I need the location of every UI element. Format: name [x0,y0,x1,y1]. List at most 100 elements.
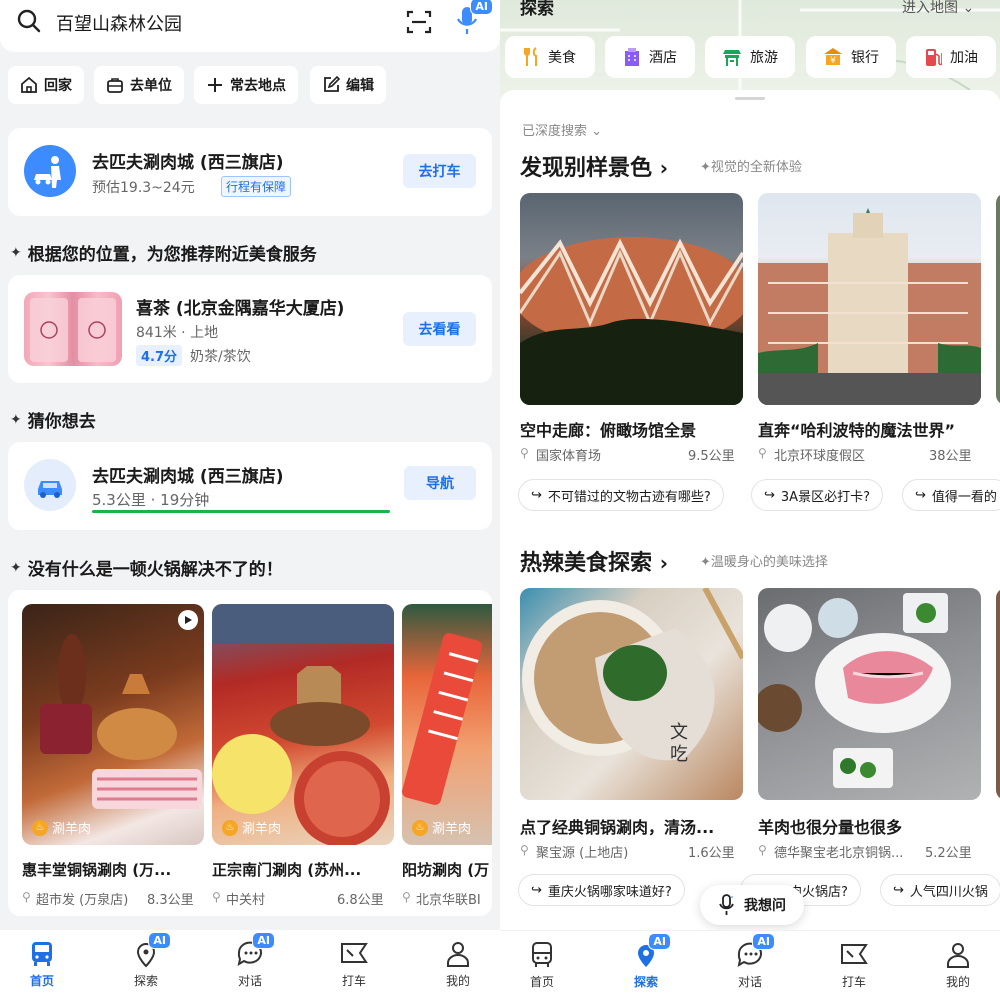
edit-icon [324,76,340,92]
suggestion-chip-text: 值得一看的 [931,489,997,505]
search-bar[interactable]: 百望山森林公园 AI [0,0,500,52]
suggestion-chip[interactable]: ↪ 人气四川火锅 [880,874,1000,906]
arrow-return-icon: ↪ [764,487,775,503]
category-hotel[interactable]: 酒店 [605,36,695,78]
hotpot-tag: ♨ 涮羊肉 [32,818,91,837]
scenery-item[interactable]: 空中走廊：俯瞰场馆全景 ⚲ 国家体育场 9.5公里 [520,193,743,464]
food-subtitle: ✦温暖身心的美味选择 [700,551,828,570]
ai-badge: AI [148,932,171,949]
category-fuel-label: 加油 [950,50,978,66]
arrow-return-icon: ↪ [915,487,926,503]
navigate-button[interactable]: 导航 [404,466,476,500]
suggestion-chip-text: 人气四川火锅 [909,884,988,900]
guess-card[interactable]: 去匹夫涮肉城 (西三旗店) 5.3公里 · 19分钟 导航 [8,442,492,530]
explore-title: 探索 [520,0,554,18]
tab-taxi[interactable]: 打车 [314,940,394,989]
taxi-card[interactable]: 去匹夫涮肉城 (西三旗店) 预估19.3~24元 行程有保障 去打车 [8,128,492,216]
frequent-places-button[interactable]: 常去地点 [194,66,298,104]
ai-badge: AI [252,932,275,949]
hotpot-dist: 6.8公里 [337,893,384,908]
tab-explore-label: 探索 [633,975,658,989]
tab-me[interactable]: 我的 [418,940,498,989]
scenery-subtitle-text: 视觉的全新体验 [710,160,802,175]
tab-home[interactable]: 首页 [502,941,582,990]
tab-taxi[interactable]: 打车 [814,941,894,990]
category-hotel-label: 酒店 [649,50,677,66]
category-bank[interactable]: ¥ 银行 [806,36,896,78]
suggestion-chip[interactable]: ↪ 值得一看的 [902,479,1000,511]
ask-button[interactable]: 我想问 [700,885,804,925]
shop-name: 喜茶 (北京金隅嘉华大厦店) [136,299,345,319]
tab-chat[interactable]: AI 对话 [210,932,290,989]
category-tour-label: 旅游 [750,50,778,66]
tab-chat[interactable]: AI 对话 [710,933,790,990]
shop-category: 奶茶/茶饮 [190,349,251,365]
recommend-card[interactable]: 喜茶 (北京金隅嘉华大厦店) 841米 · 上地 4.7分 奶茶/茶饮 去看看 [8,275,492,383]
category-food[interactable]: 美食 [505,36,595,78]
scenery-item[interactable]: 直奔“哈利波特的魔法世界” ⚲ 北京环球度假区 38公里 [758,193,981,464]
location-pin-icon: ⚲ [22,890,31,904]
guess-destination: 去匹夫涮肉城 (西三旗店) [92,467,284,487]
suggestion-chip[interactable]: ↪ 不可错过的文物古迹有哪些? [518,479,724,511]
universal-photo [758,193,981,405]
tab-bar: 首页 AI 探索 AI 对话 打车 我的 [0,930,500,1000]
recommend-header-text: 根据您的位置，为您推荐附近美食服务 [27,245,317,265]
bus-icon [532,942,552,967]
user-icon [447,942,469,967]
sparkle-icon: ✦ [10,244,22,261]
food-item[interactable]: 文吃 点了经典铜锅涮肉，清汤... ⚲ 聚宝源 (上地店) 1.6公里 [520,588,743,861]
food-item[interactable]: 羊肉也很分量也很多 ⚲ 德华聚宝老北京铜锅... 5.2公里 [758,588,981,861]
location-pin-icon: ⚲ [520,843,529,857]
scenery-subtitle: ✦视觉的全新体验 [700,156,802,175]
edit-label: 编辑 [346,78,374,94]
scenery-dist: 38公里 [929,449,972,464]
suggestion-chip[interactable]: ↪ 3A景区必打卡? [751,479,883,511]
taxi-flag-icon [341,943,368,963]
edit-button[interactable]: 编辑 [310,66,386,104]
house-icon [21,76,37,93]
bus-icon [32,942,52,966]
hotpot-tag: ♨ 涮羊肉 [412,818,471,837]
tab-chat-label: 对话 [737,975,762,989]
user-icon [947,943,969,968]
content-sheet: 已深度搜索 ⌄ 发现别样景色 › ✦视觉的全新体验 空中走廊：俯瞰场馆全景 ⚲ … [500,90,1000,1000]
hotpot-name: 惠丰堂铜锅涮肉 (万... [22,861,172,879]
work-button[interactable]: 去单位 [94,66,184,104]
tab-taxi-label: 打车 [841,975,866,989]
fuel-icon [926,49,942,66]
suggestion-chip-text: 3A景区必打卡? [780,489,870,505]
suggestion-chip[interactable]: ↪ 重庆火锅哪家味道好? [518,874,685,906]
work-label: 去单位 [130,78,172,94]
tab-me[interactable]: 我的 [918,941,998,990]
route-progress-bar [92,510,390,513]
scenery-section-title[interactable]: 发现别样景色 › [520,150,668,182]
food-place: 德华聚宝老北京铜锅... [774,846,904,861]
tab-explore[interactable]: AI 探索 [606,933,686,990]
tab-home-label: 首页 [529,975,554,989]
category-tour[interactable]: 旅游 [705,36,795,78]
plus-icon [208,78,222,92]
view-shop-button[interactable]: 去看看 [403,312,476,346]
sparkle-icon: ✦ [700,555,711,570]
svg-text:文: 文 [670,722,688,743]
call-taxi-button[interactable]: 去打车 [403,154,476,188]
tab-me-label: 我的 [945,975,970,989]
home-button[interactable]: 回家 [8,66,84,104]
deep-search-label[interactable]: 已深度搜索 ⌄ [522,120,602,139]
food-section-title[interactable]: 热辣美食探索 › [520,545,668,577]
enter-map-link[interactable]: 进入地图 ⌄ [902,0,974,16]
voice-ai-button[interactable]: AI [455,0,493,38]
hotpot-name: 正宗南门涮肉 (苏州... [212,861,362,879]
tab-explore[interactable]: AI 探索 [106,932,186,989]
scan-icon[interactable] [405,8,433,36]
tab-home[interactable]: 首页 [2,940,82,989]
fork-knife-icon [524,47,537,66]
hotpot-item[interactable]: ♨ 涮羊肉 阳坊涮肉 (万 ⚲ 北京华联BI [402,604,492,908]
tag-icon: ♨ [32,819,48,836]
arrow-return-icon: ↪ [531,487,542,503]
drag-handle[interactable] [735,97,765,100]
hotpot-item[interactable]: ♨ 涮羊肉 惠丰堂铜锅涮肉 (万... ⚲ 超市发 (万泉店) 8.3公里 [22,604,204,908]
enter-map-label: 进入地图 [902,0,958,16]
category-fuel[interactable]: 加油 [906,36,996,78]
hotpot-item[interactable]: ♨ 涮羊肉 正宗南门涮肉 (苏州... ⚲ 中关村 6.8公里 [212,604,394,908]
